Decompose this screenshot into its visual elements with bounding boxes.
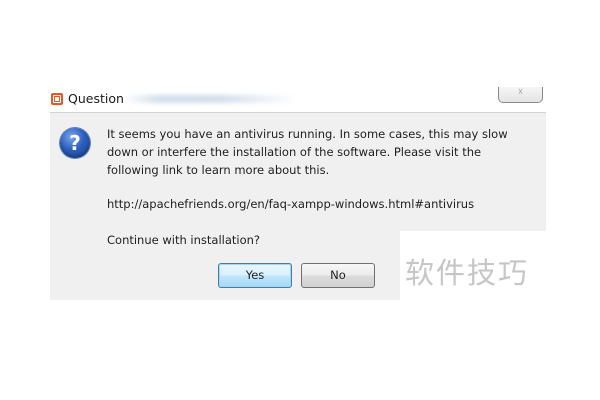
question-icon: ? xyxy=(60,128,90,158)
dialog-message: It seems you have an antivirus running. … xyxy=(107,125,537,179)
close-icon: ☓ xyxy=(517,87,524,98)
no-button[interactable]: No xyxy=(301,263,375,288)
window-titlebar[interactable]: Question ☓ xyxy=(46,86,550,112)
blurred-title-region xyxy=(124,95,298,103)
antivirus-warning-text: It seems you have an antivirus running. … xyxy=(107,127,508,177)
window-title: Question xyxy=(68,91,124,106)
faq-link-text: http://apachefriends.org/en/faq-xampp-wi… xyxy=(107,197,475,211)
screenshot-page: Question ☓ ? It seems you have an antivi… xyxy=(0,0,600,400)
xampp-app-icon xyxy=(51,93,63,105)
close-button[interactable]: ☓ xyxy=(498,87,543,103)
yes-button[interactable]: Yes xyxy=(218,263,292,288)
continue-prompt: Continue with installation? xyxy=(107,233,261,247)
watermark-text: 软件技巧 xyxy=(405,256,530,290)
watermark-overlay: 软件技巧 xyxy=(400,231,600,301)
